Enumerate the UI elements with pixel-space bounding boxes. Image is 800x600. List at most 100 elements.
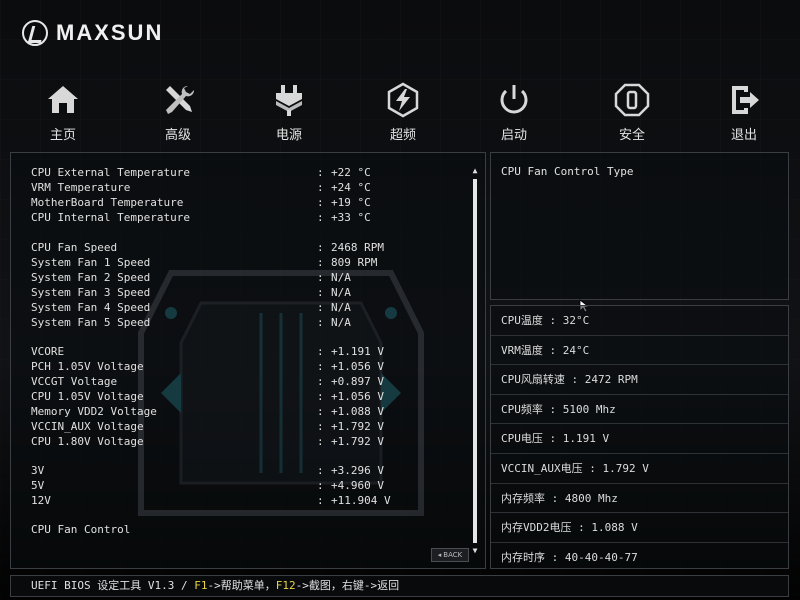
row-label: CPU Fan Speed [31,241,118,254]
row-value: +24 °C [331,181,371,194]
monitor-row-3v: 3V: +3.296 V [31,463,461,478]
tools-icon [158,80,198,120]
row-sep: : [317,420,324,433]
row-sep: : [317,301,324,314]
row-value: +1.792 V [331,435,384,448]
nav-item-overclock[interactable]: 超频 [363,80,443,144]
help-panel: CPU Fan Control Type [490,152,789,313]
monitor-row-sys-fan-1: System Fan 1 Speed:809 RPM [31,255,461,270]
scroll-thumb[interactable] [473,179,477,543]
row-sep: : [317,271,324,284]
stat-mem-freq: 内存频率 : 4800 Mhz [491,484,788,514]
nav-item-security[interactable]: 安全 [592,80,672,144]
row-value: +1.056 V [331,390,384,403]
row-label: MotherBoard Temperature [31,196,184,209]
row-sep: : [317,166,324,179]
row-sep: : [317,241,324,254]
monitor-row-mem-vdd2-voltage: Memory VDD2 Voltage: +1.088 V [31,404,461,419]
row-sep: : [317,196,324,209]
row-value: N/A [331,316,351,329]
row-label: CPU External Temperature [31,166,190,179]
maxsun-logo-icon [22,20,48,46]
stat-vccin-aux-voltage: VCCIN_AUX电压 : 1.792 V [491,454,788,484]
monitor-row-cpu-ext-temp: CPU External Temperature: +22 °C [31,165,461,180]
row-label: CPU 1.05V Voltage [31,390,144,403]
row-label: PCH 1.05V Voltage [31,360,144,373]
footer-f1-text: ->帮助菜单， [207,579,276,592]
cpu-fan-control-item[interactable]: CPU Fan Control [31,522,461,537]
monitor-row-sys-fan-5: System Fan 5 Speed: N/A [31,315,461,330]
row-value: N/A [331,271,351,284]
row-label: System Fan 3 Speed [31,286,151,299]
row-sep: : [317,375,324,388]
nav-label: 主页 [49,128,76,143]
row-sep: : [317,211,324,224]
row-label: 5V [31,479,45,492]
stat-vrm-temp: VRM温度 : 24°C [491,336,788,366]
nav-label: 安全 [618,128,645,143]
row-sep: : [317,360,324,373]
row-label: 3V [31,464,45,477]
row-value: +1.191 V [331,345,384,358]
monitor-row-12v: 12V: +11.904 V [31,493,461,508]
home-icon [43,80,83,120]
row-label: System Fan 4 Speed [31,301,151,314]
footer-help-bar: UEFI BIOS 设定工具 V1.3 / F1->帮助菜单，F12->截图，右… [10,575,789,597]
row-value: 2468 RPM [331,241,384,254]
scroll-up-arrow-icon[interactable]: ▲ [471,167,479,175]
brand-name: MAXSUN [56,20,164,45]
monitor-row-vcore: VCORE: +1.191 V [31,344,461,359]
lightning-icon [383,80,423,120]
row-sep: : [317,286,324,299]
nav-item-boot[interactable]: 启动 [474,80,554,144]
row-value: +1.056 V [331,360,384,373]
stat-cpu-fan: CPU风扇转速 : 2472 RPM [491,365,788,395]
nav-item-exit[interactable]: 退出 [704,80,784,144]
monitor-row-cpu-180-voltage: CPU 1.80V Voltage: +1.792 V [31,434,461,449]
row-value: +3.296 V [331,464,384,477]
monitor-row-5v: 5V: +4.960 V [31,478,461,493]
back-button[interactable]: ◂ BACK [431,548,469,562]
nav-item-power[interactable]: 电源 [249,80,329,144]
row-value: +19 °C [331,196,371,209]
scroll-down-arrow-icon[interactable]: ▼ [471,547,479,555]
footer-prefix: UEFI BIOS 设定工具 V1.3 / [31,579,195,592]
footer-f12-key: F12 [275,579,296,592]
brand-logo: MAXSUN [22,18,163,48]
scrollbar[interactable]: ▲ ▼ [471,167,479,555]
stat-cpu-temp: CPU温度 : 32°C [491,306,788,336]
back-arrow-icon: ◂ [437,551,442,559]
row-sep: : [317,479,324,492]
footer-f12-text: ->截图，右键->返回 [295,579,400,592]
row-value: +33 °C [331,211,371,224]
row-sep: : [317,345,324,358]
row-value: +1.792 V [331,420,384,433]
nav-label: 启动 [500,128,527,143]
nav-item-home[interactable]: 主页 [23,80,103,144]
monitor-row-vccin-aux-voltage: VCCIN_AUX Voltage: +1.792 V [31,419,461,434]
row-value: +0.897 V [331,375,384,388]
monitor-row-vccgt-voltage: VCCGT Voltage: +0.897 V [31,374,461,389]
monitor-row-cpu-105-voltage: CPU 1.05V Voltage: +1.056 V [31,389,461,404]
row-label: System Fan 1 Speed [31,256,151,269]
monitor-row-pch-voltage: PCH 1.05V Voltage: +1.056 V [31,359,461,374]
monitor-row-mb-temp: MotherBoard Temperature: +19 °C [31,195,461,210]
monitor-row-sys-fan-4: System Fan 4 Speed: N/A [31,300,461,315]
stat-mem-vdd2: 内存VDD2电压 : 1.088 V [491,513,788,543]
row-label: VRM Temperature [31,181,131,194]
power-plug-icon [269,80,309,120]
row-sep: : [317,494,324,507]
row-value: +4.960 V [331,479,384,492]
row-label: CPU 1.80V Voltage [31,435,144,448]
row-sep: : [317,405,324,418]
exit-icon [724,80,764,120]
row-sep: : [317,316,324,329]
stat-cpu-voltage: CPU电压 : 1.191 V [491,424,788,454]
back-label: BACK [443,551,463,559]
monitor-row-cpu-int-temp: CPU Internal Temperature: +33 °C [31,210,461,225]
monitor-row-cpu-fan: CPU Fan Speed:2468 RPM [31,240,461,255]
row-value: N/A [331,301,351,314]
row-value: N/A [331,286,351,299]
top-nav: 主页 高级 电源 超频 启动 安全 退出 [0,80,800,144]
nav-item-advanced[interactable]: 高级 [138,80,218,144]
